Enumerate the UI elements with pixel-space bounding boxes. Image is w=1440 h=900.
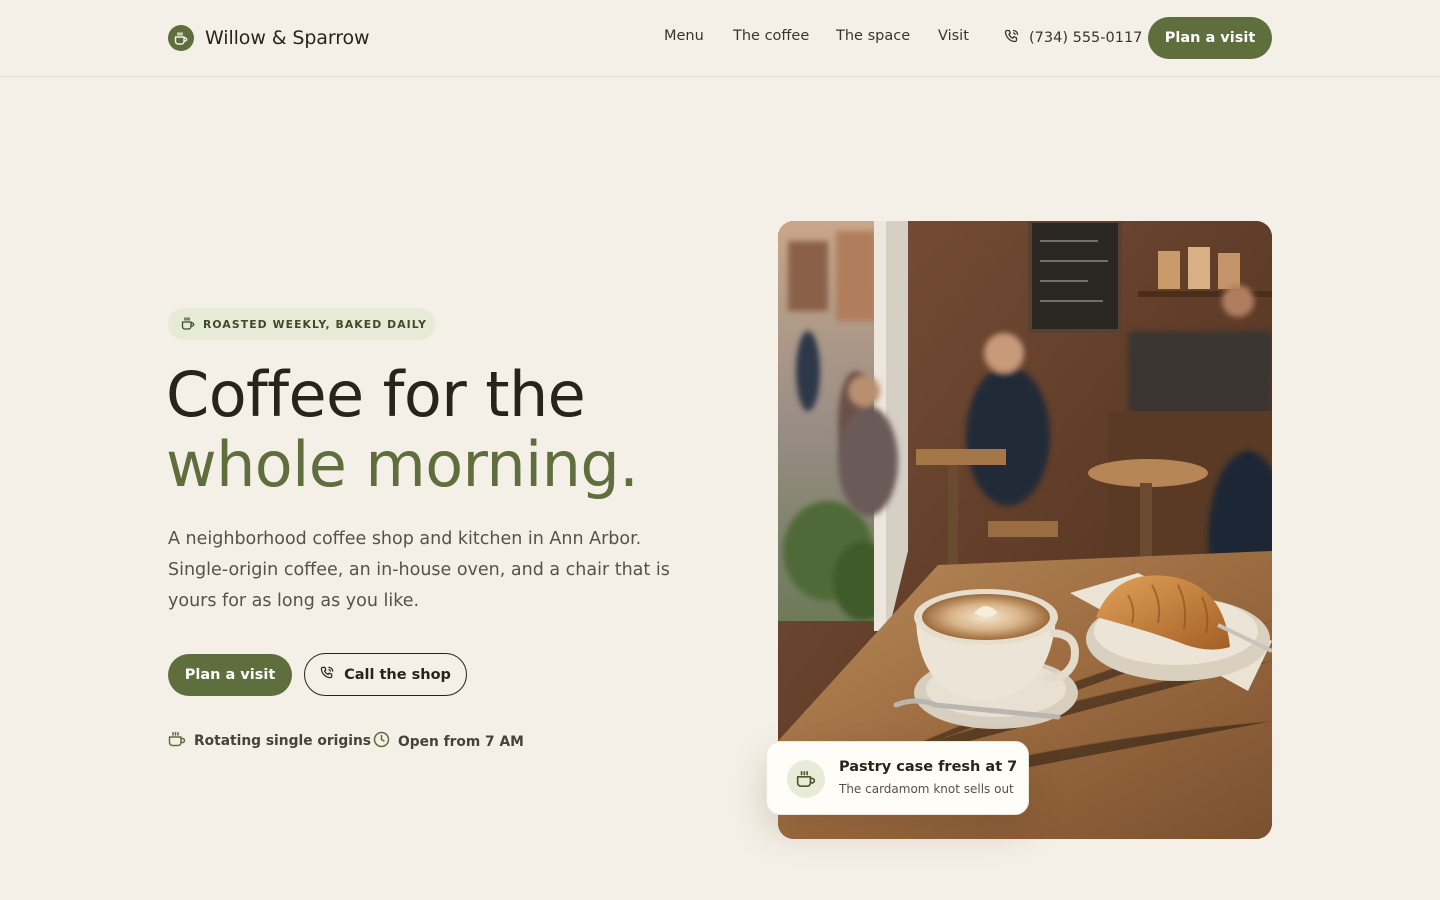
brand-logo-link[interactable]: Willow & Sparrow [168, 25, 370, 51]
headline-line-2: whole morning. [166, 428, 639, 501]
feature-label: Open from 7 AM [398, 733, 524, 750]
card-title: Pastry case fresh at 7 [839, 759, 1018, 775]
hero-headline: Coffee for the whole morning. [166, 358, 639, 501]
pastry-card: Pastry case fresh at 7 The cardamom knot… [766, 741, 1029, 815]
card-subtitle: The cardamom knot sells out [839, 782, 1014, 796]
eyebrow-text: ROASTED WEEKLY, BAKED DAILY [203, 317, 428, 331]
nav-link-visit[interactable]: Visit [938, 28, 969, 44]
feature-opening-hours: Open from 7 AM [373, 731, 524, 752]
nav-link-menu[interactable]: Menu [664, 28, 704, 44]
phone-icon [320, 665, 335, 684]
phone-link[interactable]: (734) 555-0117 [1004, 28, 1142, 48]
coffee-cup-icon [787, 760, 825, 798]
nav-link-the-space[interactable]: The space [836, 28, 910, 44]
call-shop-button[interactable]: Call the shop [304, 653, 467, 696]
coffee-cup-icon [181, 315, 195, 334]
hero-description: A neighborhood coffee shop and kitchen i… [168, 529, 670, 611]
clock-icon [373, 731, 390, 752]
headline-line-1: Coffee for the [166, 358, 586, 431]
feature-single-origins: Rotating single origins [168, 731, 371, 751]
phone-number: (734) 555-0117 [1029, 30, 1143, 46]
call-shop-label: Call the shop [344, 666, 451, 683]
phone-icon [1004, 28, 1020, 48]
feature-label: Rotating single origins [194, 733, 372, 749]
brand-name: Willow & Sparrow [205, 27, 370, 49]
plan-visit-nav-button[interactable]: Plan a visit [1148, 17, 1272, 59]
site-header: Willow & Sparrow Menu The coffee The spa… [0, 0, 1440, 77]
coffee-cup-icon [168, 25, 194, 51]
coffee-cup-icon [168, 731, 186, 751]
plan-visit-hero-button[interactable]: Plan a visit [168, 654, 292, 696]
eyebrow-badge: ROASTED WEEKLY, BAKED DAILY [168, 308, 435, 340]
nav-link-the-coffee[interactable]: The coffee [733, 28, 809, 44]
